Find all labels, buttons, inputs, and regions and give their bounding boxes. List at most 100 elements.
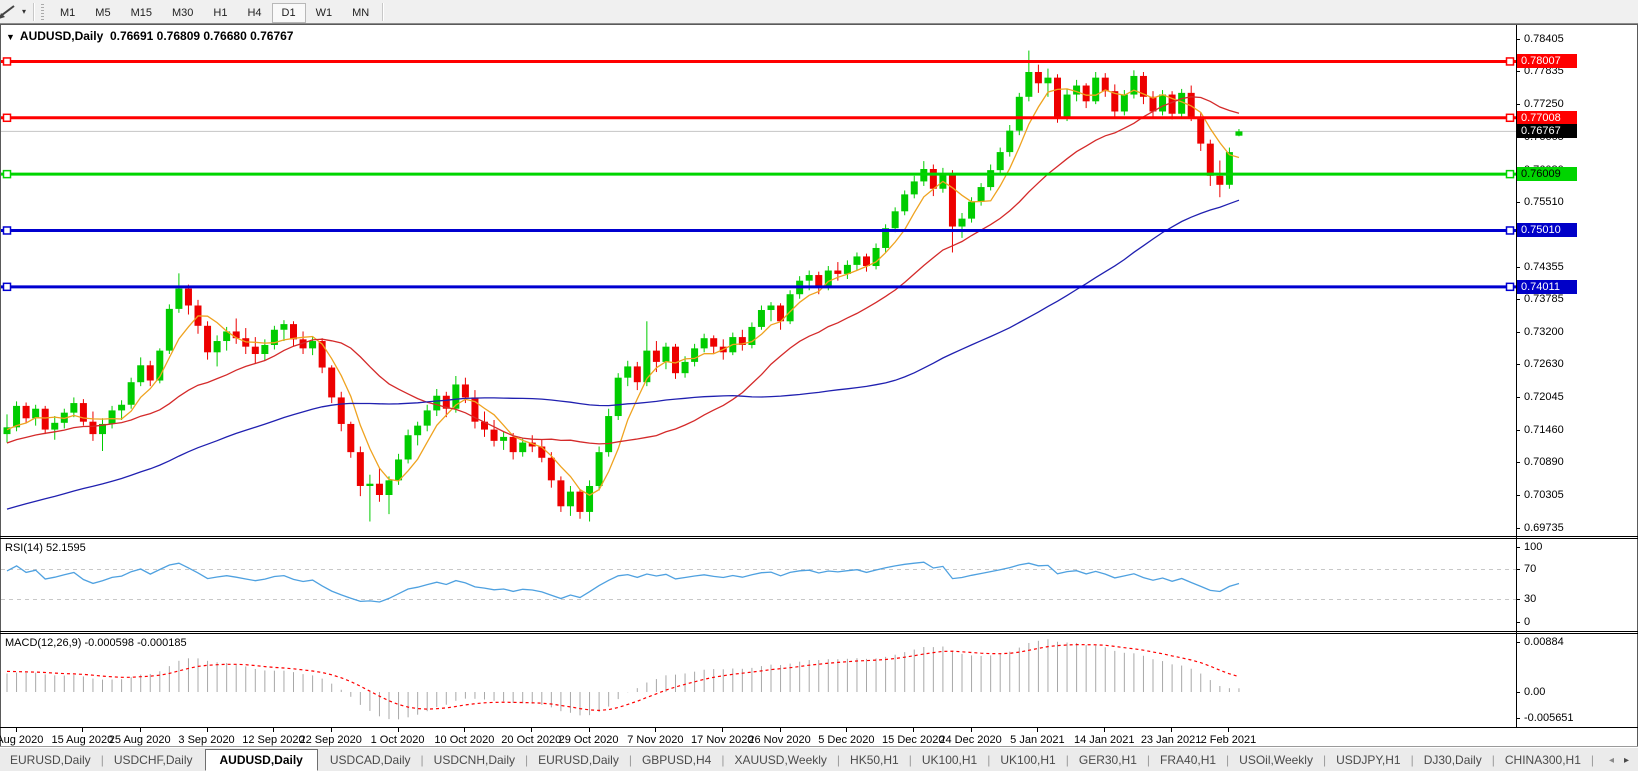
price-tick-label: 0.77250	[1524, 98, 1564, 110]
chart-tab-fra40-h1[interactable]: FRA40,H1	[1150, 749, 1226, 771]
price-chart-panel[interactable]	[1, 25, 1517, 536]
price-level-badge: 0.74011	[1517, 280, 1577, 294]
macd-tick-label: 0.00	[1524, 686, 1545, 698]
chart-tab-hk50-h1[interactable]: HK50,H1	[840, 749, 909, 771]
chart-tab-eurusd-daily[interactable]: EURUSD,Daily	[0, 749, 101, 771]
tf-button-W1[interactable]: W1	[306, 3, 343, 23]
tf-button-H1[interactable]: H1	[203, 3, 237, 23]
rsi-tick-label: 100	[1524, 541, 1542, 553]
price-level-badge: 0.78007	[1517, 54, 1577, 68]
chart-tab-dj30-daily[interactable]: DJ30,Daily	[1414, 749, 1492, 771]
tab-scroll-right-icon[interactable]: ▸	[1619, 755, 1634, 766]
chart-tab-usdchf-daily[interactable]: USDCHF,Daily	[104, 749, 203, 771]
date-tick-mark	[655, 728, 656, 732]
chart-tab-usdjpy-h1[interactable]: USDJPY,H1	[1326, 749, 1410, 771]
price-tick-mark	[1516, 528, 1520, 529]
date-axis-label: 15 Dec 2020	[882, 734, 944, 746]
tf-button-MN[interactable]: MN	[342, 3, 379, 23]
panel-divider[interactable]	[0, 631, 1638, 632]
price-tick-label: 0.73785	[1524, 293, 1564, 305]
chart-tab-xauusd-weekly[interactable]: XAUUSD,Weekly	[724, 749, 836, 771]
chart-tab-eurusd-daily[interactable]: EURUSD,Daily	[528, 749, 629, 771]
chart-symbol-label: AUDUSD,Daily	[20, 29, 103, 43]
price-tick-mark	[1516, 495, 1520, 496]
price-level-badge: 0.75010	[1517, 223, 1577, 237]
chart-tab-usdcad-daily[interactable]: USDCAD,Daily	[320, 749, 421, 771]
date-tick-mark	[780, 728, 781, 732]
chart-tab-uk100-h1[interactable]: UK100,H1	[912, 749, 987, 771]
tab-scroll-left-icon[interactable]: ◂	[1604, 755, 1619, 766]
chart-title: ▼AUDUSD,Daily 0.76691 0.76809 0.76680 0.…	[6, 29, 293, 43]
date-axis-label: 5 Jan 2021	[1010, 734, 1064, 746]
mt4-window: ▾ M1M5M15M30H1H4D1W1MN ▼ AUDUSD,Daily 0.7…	[0, 0, 1638, 771]
price-tick-label: 0.69735	[1524, 522, 1564, 534]
symbol-dropdown-icon[interactable]: ▼	[6, 32, 15, 42]
price-tick-mark	[1516, 299, 1520, 300]
date-axis-label: 14 Jan 2021	[1074, 734, 1135, 746]
chart-tab-ger30-h1[interactable]: GER30,H1	[1069, 749, 1147, 771]
macd-tick-mark	[1516, 718, 1520, 719]
price-tick-mark	[1516, 397, 1520, 398]
chart-tab-audusd-daily[interactable]: AUDUSD,Daily	[205, 749, 318, 771]
date-axis-label: 23 Jan 2021	[1141, 734, 1202, 746]
date-tick-mark	[82, 728, 83, 732]
chart-tab-gbpusd-h4[interactable]: GBPUSD,H4	[632, 749, 721, 771]
date-axis-label: 5 Dec 2020	[818, 734, 874, 746]
date-tick-mark	[464, 728, 465, 732]
date-tick-mark	[722, 728, 723, 732]
date-axis-label: 2 Feb 2021	[1201, 734, 1257, 746]
date-tick-mark	[531, 728, 532, 732]
date-axis[interactable]: 6 Aug 202015 Aug 202025 Aug 20203 Sep 20…	[0, 728, 1638, 746]
rsi-tick-label: 30	[1524, 593, 1536, 605]
date-tick-mark	[1228, 728, 1229, 732]
date-axis-label: 10 Oct 2020	[434, 734, 494, 746]
tf-button-M30[interactable]: M30	[162, 3, 203, 23]
date-axis-label: 29 Oct 2020	[559, 734, 619, 746]
tf-button-D1[interactable]: D1	[272, 3, 306, 23]
macd-tick-label: 0.00884	[1524, 636, 1564, 648]
rsi-tick-mark	[1516, 569, 1520, 570]
price-tick-label: 0.73200	[1524, 326, 1564, 338]
price-tick-label: 0.72045	[1524, 391, 1564, 403]
tf-button-M5[interactable]: M5	[85, 3, 120, 23]
rsi-panel[interactable]	[1, 539, 1517, 630]
rsi-tick-label: 70	[1524, 563, 1536, 575]
chart-tab-china300-h1[interactable]: CHINA300,H1	[1495, 749, 1591, 771]
price-tick-label: 0.72630	[1524, 358, 1564, 370]
trendline-draw-icon[interactable]	[0, 4, 20, 20]
date-tick-mark	[273, 728, 274, 732]
price-tick-mark	[1516, 462, 1520, 463]
chart-tab-us[interactable]: US	[1594, 749, 1604, 771]
date-tick-mark	[398, 728, 399, 732]
macd-tick-mark	[1516, 642, 1520, 643]
tf-button-H4[interactable]: H4	[237, 3, 271, 23]
price-tick-label: 0.70305	[1524, 489, 1564, 501]
tf-button-M1[interactable]: M1	[50, 3, 85, 23]
date-axis-label: 24 Dec 2020	[939, 734, 1001, 746]
toolbar-drag-handle[interactable]	[41, 4, 44, 20]
price-level-badge: 0.76009	[1517, 167, 1577, 181]
date-tick-mark	[16, 728, 17, 732]
macd-indicator-label: MACD(12,26,9) -0.000598 -0.000185	[5, 637, 187, 649]
date-axis-label: 26 Nov 2020	[748, 734, 810, 746]
tab-scroll-buttons: ◂▸	[1604, 755, 1638, 766]
draw-tool-caret-icon[interactable]: ▾	[22, 7, 26, 16]
chart-tab-usdcnh-daily[interactable]: USDCNH,Daily	[424, 749, 525, 771]
chart-tab-usoil-weekly[interactable]: USOil,Weekly	[1229, 749, 1323, 771]
date-tick-mark	[140, 728, 141, 732]
rsi-tick-mark	[1516, 599, 1520, 600]
chart-tab-uk100-h1[interactable]: UK100,H1	[990, 749, 1065, 771]
panel-divider[interactable]	[0, 536, 1638, 537]
macd-panel[interactable]	[1, 634, 1517, 726]
rsi-tick-mark	[1516, 547, 1520, 548]
date-axis-label: 3 Sep 2020	[178, 734, 234, 746]
price-tick-mark	[1516, 104, 1520, 105]
rsi-tick-label: 0	[1524, 616, 1530, 628]
date-tick-mark	[1171, 728, 1172, 732]
price-level-badge: 0.77008	[1517, 111, 1577, 125]
date-tick-mark	[913, 728, 914, 732]
tf-button-M15[interactable]: M15	[121, 3, 162, 23]
date-axis-label: 6 Aug 2020	[0, 734, 43, 746]
date-axis-label: 22 Sep 2020	[299, 734, 361, 746]
price-tick-mark	[1516, 267, 1520, 268]
